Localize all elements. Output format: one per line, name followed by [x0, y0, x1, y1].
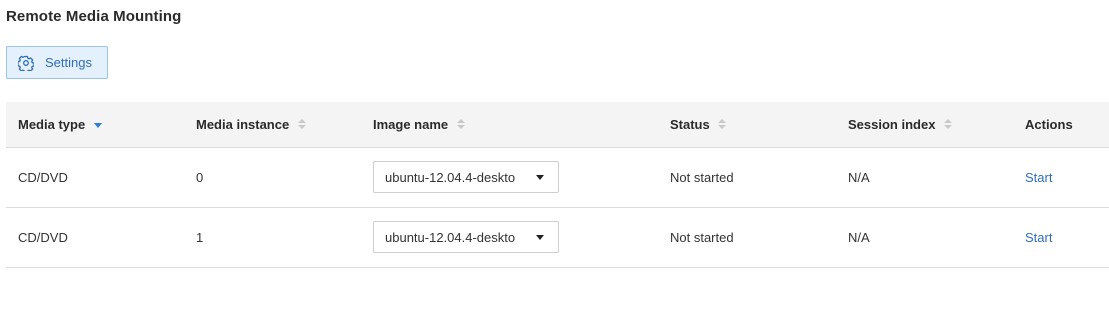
column-header-image-name[interactable]: Image name [361, 102, 658, 148]
cell-actions: Start [1013, 207, 1109, 268]
column-header-label: Actions [1025, 116, 1073, 132]
column-header-label: Image name [373, 116, 449, 132]
cell-media-instance: 1 [184, 207, 361, 268]
start-link[interactable]: Start [1025, 170, 1052, 185]
image-name-select[interactable]: ubuntu-12.04.4-deskto [373, 161, 559, 193]
column-header-status[interactable]: Status [658, 102, 836, 148]
sort-icon[interactable] [297, 119, 306, 130]
cell-media-type: CD/DVD [6, 207, 184, 268]
cell-status: Not started [658, 147, 836, 208]
sort-descending-icon[interactable] [93, 122, 102, 128]
sort-icon[interactable] [944, 119, 953, 130]
column-header-session-index[interactable]: Session index [836, 102, 1013, 148]
cell-image-name: ubuntu-12.04.4-deskto [361, 207, 658, 268]
cell-session-index: N/A [836, 207, 1013, 268]
page-title: Remote Media Mounting [6, 8, 182, 25]
image-name-select-value: ubuntu-12.04.4-deskto [385, 169, 516, 185]
sort-icon[interactable] [456, 119, 465, 130]
column-header-label: Session index [848, 116, 936, 132]
cell-actions: Start [1013, 147, 1109, 208]
column-header-media-type[interactable]: Media type [6, 102, 184, 148]
media-table: Media type Media instance Image name Sta… [6, 102, 1109, 268]
table-header-row: Media type Media instance Image name Sta… [6, 102, 1109, 148]
gear-icon [18, 55, 34, 71]
column-header-actions: Actions [1013, 102, 1109, 148]
column-header-label: Media type [18, 116, 86, 132]
sort-icon[interactable] [718, 119, 727, 130]
table-row: CD/DVD 0 ubuntu-12.04.4-deskto Not start… [6, 147, 1109, 208]
table-row: CD/DVD 1 ubuntu-12.04.4-deskto Not start… [6, 207, 1109, 268]
column-header-label: Status [670, 116, 710, 132]
cell-session-index: N/A [836, 147, 1013, 208]
cell-image-name: ubuntu-12.04.4-deskto [361, 147, 658, 208]
column-header-label: Media instance [196, 116, 290, 132]
start-link[interactable]: Start [1025, 230, 1052, 245]
settings-button-label: Settings [45, 55, 92, 70]
chevron-down-icon [536, 175, 544, 180]
cell-media-instance: 0 [184, 147, 361, 208]
cell-media-type: CD/DVD [6, 147, 184, 208]
cell-status: Not started [658, 207, 836, 268]
image-name-select-value: ubuntu-12.04.4-deskto [385, 229, 516, 245]
settings-button[interactable]: Settings [6, 46, 108, 79]
column-header-media-instance[interactable]: Media instance [184, 102, 361, 148]
image-name-select[interactable]: ubuntu-12.04.4-deskto [373, 221, 559, 253]
chevron-down-icon [536, 235, 544, 240]
